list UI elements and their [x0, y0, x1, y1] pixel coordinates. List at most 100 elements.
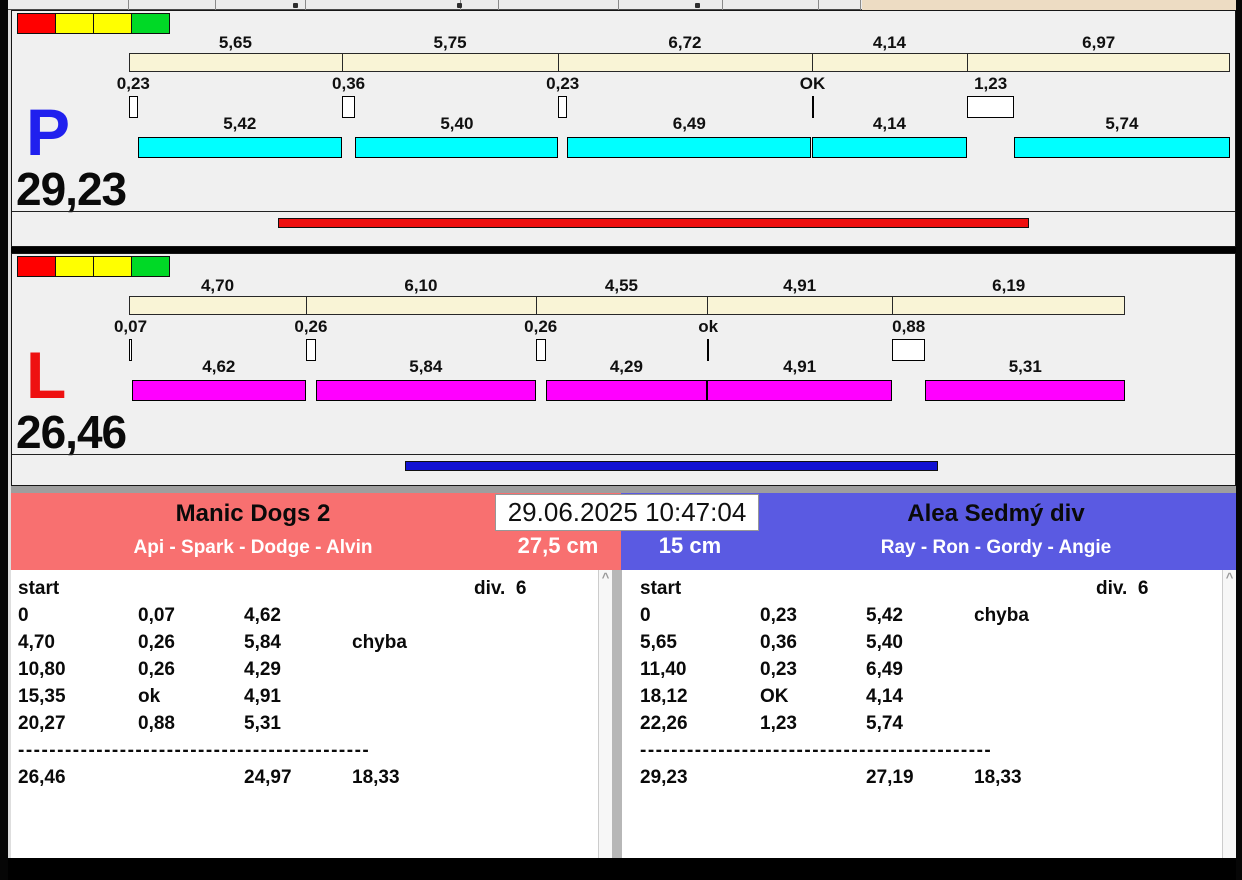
- result-cell: [1086, 656, 1222, 683]
- result-cell: [464, 764, 598, 791]
- result-totals-row: 26,46 24,97 18,33: [18, 764, 598, 791]
- lane-total-time: 29,23: [16, 163, 127, 215]
- fault-ok-tick: [811, 96, 814, 118]
- toolbar-tan-area: [862, 0, 1236, 10]
- result-cell: OK: [760, 686, 789, 707]
- table-scrollbar[interactable]: ^: [1222, 570, 1236, 858]
- result-cell: 4,62: [244, 605, 281, 626]
- datetime-display: 29.06.2025 10:47:04: [495, 494, 759, 531]
- split-time-label: 5,75: [433, 33, 467, 52]
- scroll-up-icon[interactable]: ^: [1223, 570, 1236, 586]
- lane-panel-l: L 26,46 4,70 6,10 4,55 4,91 6,19 0,07 0,26 0,26…: [11, 253, 1236, 486]
- result-row: 18,12 OK 4,14: [640, 683, 1222, 710]
- result-cell: 24,97: [244, 767, 292, 788]
- result-cell: 5,84: [244, 632, 281, 653]
- toolbar-button-divider: [722, 0, 723, 10]
- result-cell: 6,49: [866, 659, 903, 680]
- split-time-bar: [341, 53, 560, 72]
- result-row: 10,80 0,26 4,29: [18, 656, 598, 683]
- indicator-light: [131, 256, 170, 277]
- fault-ok-tick: [707, 339, 710, 361]
- team-name: Manic Dogs 2: [175, 500, 331, 527]
- fault-label: 0,07: [113, 317, 148, 336]
- split-time-bar: [967, 53, 1230, 72]
- result-row: 0 0,07 4,62: [18, 602, 598, 629]
- result-cell: 5,40: [866, 632, 903, 653]
- toolbar-button-divider: [818, 0, 819, 10]
- panel-divider: [12, 454, 1235, 455]
- split-time-bar: [707, 296, 894, 315]
- fault-time-box: [306, 339, 316, 361]
- fault-label: ok: [698, 317, 719, 336]
- indicator-light: [131, 13, 170, 34]
- split-time-label: 6,19: [992, 276, 1026, 295]
- result-cell: [1086, 602, 1222, 629]
- split-time-label: 4,70: [200, 276, 235, 295]
- result-cell: [1086, 683, 1222, 710]
- scroll-up-icon[interactable]: ^: [599, 570, 612, 586]
- result-cell: 5,31: [244, 713, 281, 734]
- table-divider: [612, 570, 622, 858]
- dog-run-bar: [811, 137, 968, 158]
- result-cell: [974, 710, 1086, 737]
- split-time-label: 6,97: [1082, 33, 1116, 52]
- panel-divider: [12, 211, 1235, 212]
- result-cell: [760, 764, 866, 791]
- result-cell: [974, 683, 1086, 710]
- dog-run-label: 5,84: [409, 357, 443, 376]
- dog-run-bar: [707, 380, 893, 401]
- split-time-label: 6,72: [668, 33, 702, 52]
- totals-separator: ----------------------------------------…: [18, 740, 371, 761]
- fault-label: 0,23: [116, 74, 150, 93]
- split-time-bar: [129, 53, 343, 72]
- dog-run-bar: [131, 380, 307, 401]
- split-time-label: 4,91: [783, 276, 817, 295]
- fault-time-box: [892, 339, 926, 361]
- result-row: 20,27 0,88 5,31: [18, 710, 598, 737]
- section-separator: [8, 486, 1242, 493]
- split-time-bar: [558, 53, 813, 72]
- dog-run-bar: [925, 380, 1126, 401]
- result-cell: [1086, 710, 1222, 737]
- result-cell: [352, 656, 464, 683]
- toolbar-button-glyph: [457, 3, 462, 8]
- result-cell: 0,26: [138, 659, 175, 680]
- result-cell: 18,12: [640, 686, 688, 707]
- fault-time-box: [129, 339, 132, 361]
- fault-time-box: [967, 96, 1014, 118]
- toolbar-button-divider: [498, 0, 499, 10]
- result-cell: 0,23: [760, 659, 797, 680]
- indicator-light: [93, 13, 132, 34]
- toolbar-button-divider: [618, 0, 619, 10]
- table-scrollbar[interactable]: ^: [598, 570, 612, 858]
- result-cell: 4,91: [244, 686, 281, 707]
- result-cell: 1,23: [760, 713, 797, 734]
- fault-label: 0,23: [546, 74, 580, 93]
- result-cell: [974, 575, 1086, 602]
- result-cell: [352, 602, 464, 629]
- result-cell: 18,33: [352, 767, 400, 788]
- fault-label: 0,88: [892, 317, 926, 336]
- split-time-bar: [306, 296, 537, 315]
- result-cell: start: [640, 578, 682, 599]
- start-light-indicators: [17, 256, 170, 277]
- result-cell: [138, 575, 244, 602]
- result-cell: 10,80: [18, 659, 66, 680]
- result-cell: [1086, 764, 1222, 791]
- team-name: Alea Sedmý div: [907, 500, 1085, 527]
- fault-time-box: [535, 339, 546, 361]
- lane-p-split-chart: P 29,23 5,65 5,75 6,72 4,14 6,97 0,23 0,36 0,23…: [12, 11, 1235, 246]
- dog-run-bar: [315, 380, 536, 401]
- fault-label: 0,26: [524, 317, 558, 336]
- result-row: 15,35 ok 4,91: [18, 683, 598, 710]
- result-cell: [352, 710, 464, 737]
- race-progress-bar: [405, 461, 938, 471]
- result-cell: 0,36: [760, 632, 797, 653]
- result-cell: 0,88: [138, 713, 175, 734]
- lane-l-split-chart: L 26,46 4,70 6,10 4,55 4,91 6,19 0,07 0,26 0,26…: [12, 254, 1235, 485]
- result-table-right: start div. 6 0 0,23 5,42 chyba 5,65 0,36 5,40 11,…: [622, 570, 1236, 858]
- dog-run-label: 5,40: [440, 114, 474, 133]
- split-time-bar: [811, 53, 969, 72]
- indicator-light: [17, 13, 56, 34]
- result-cell: 26,46: [18, 767, 66, 788]
